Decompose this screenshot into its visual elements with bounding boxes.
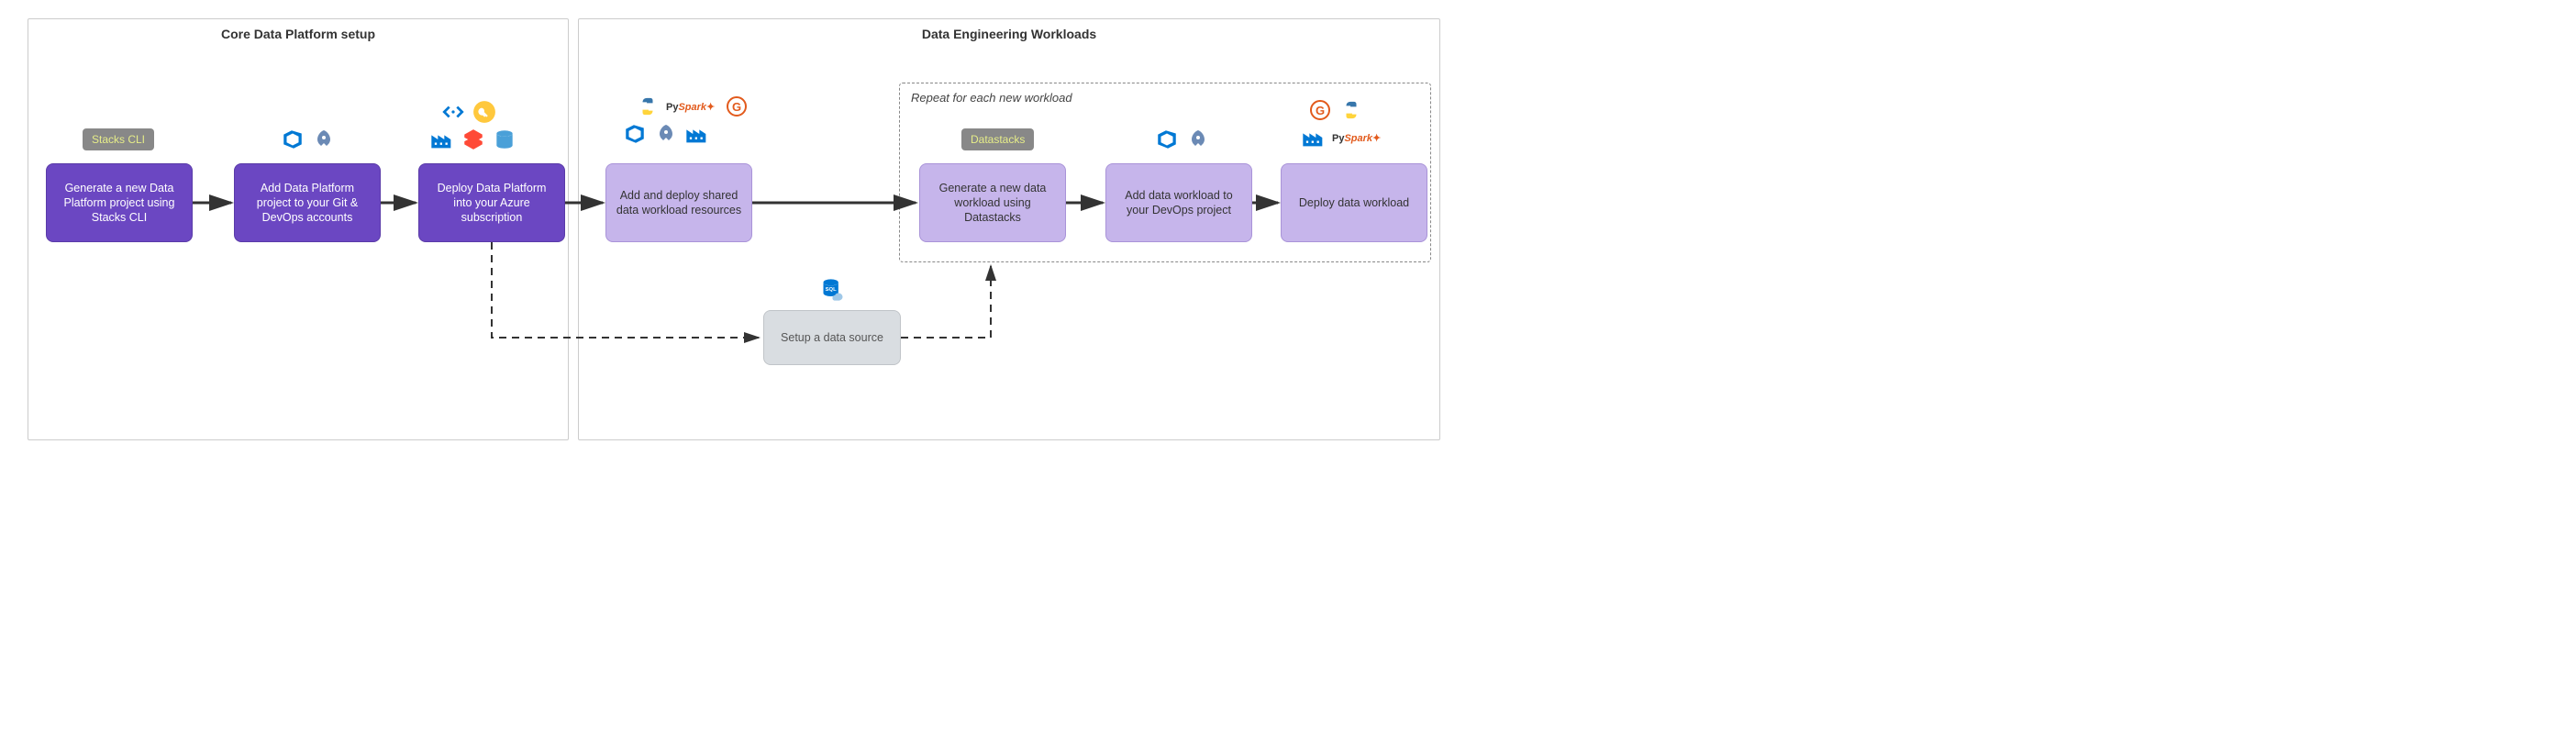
- arrows: [18, 18, 1449, 450]
- diagram-canvas: Core Data Platform setup Data Engineerin…: [18, 18, 1449, 450]
